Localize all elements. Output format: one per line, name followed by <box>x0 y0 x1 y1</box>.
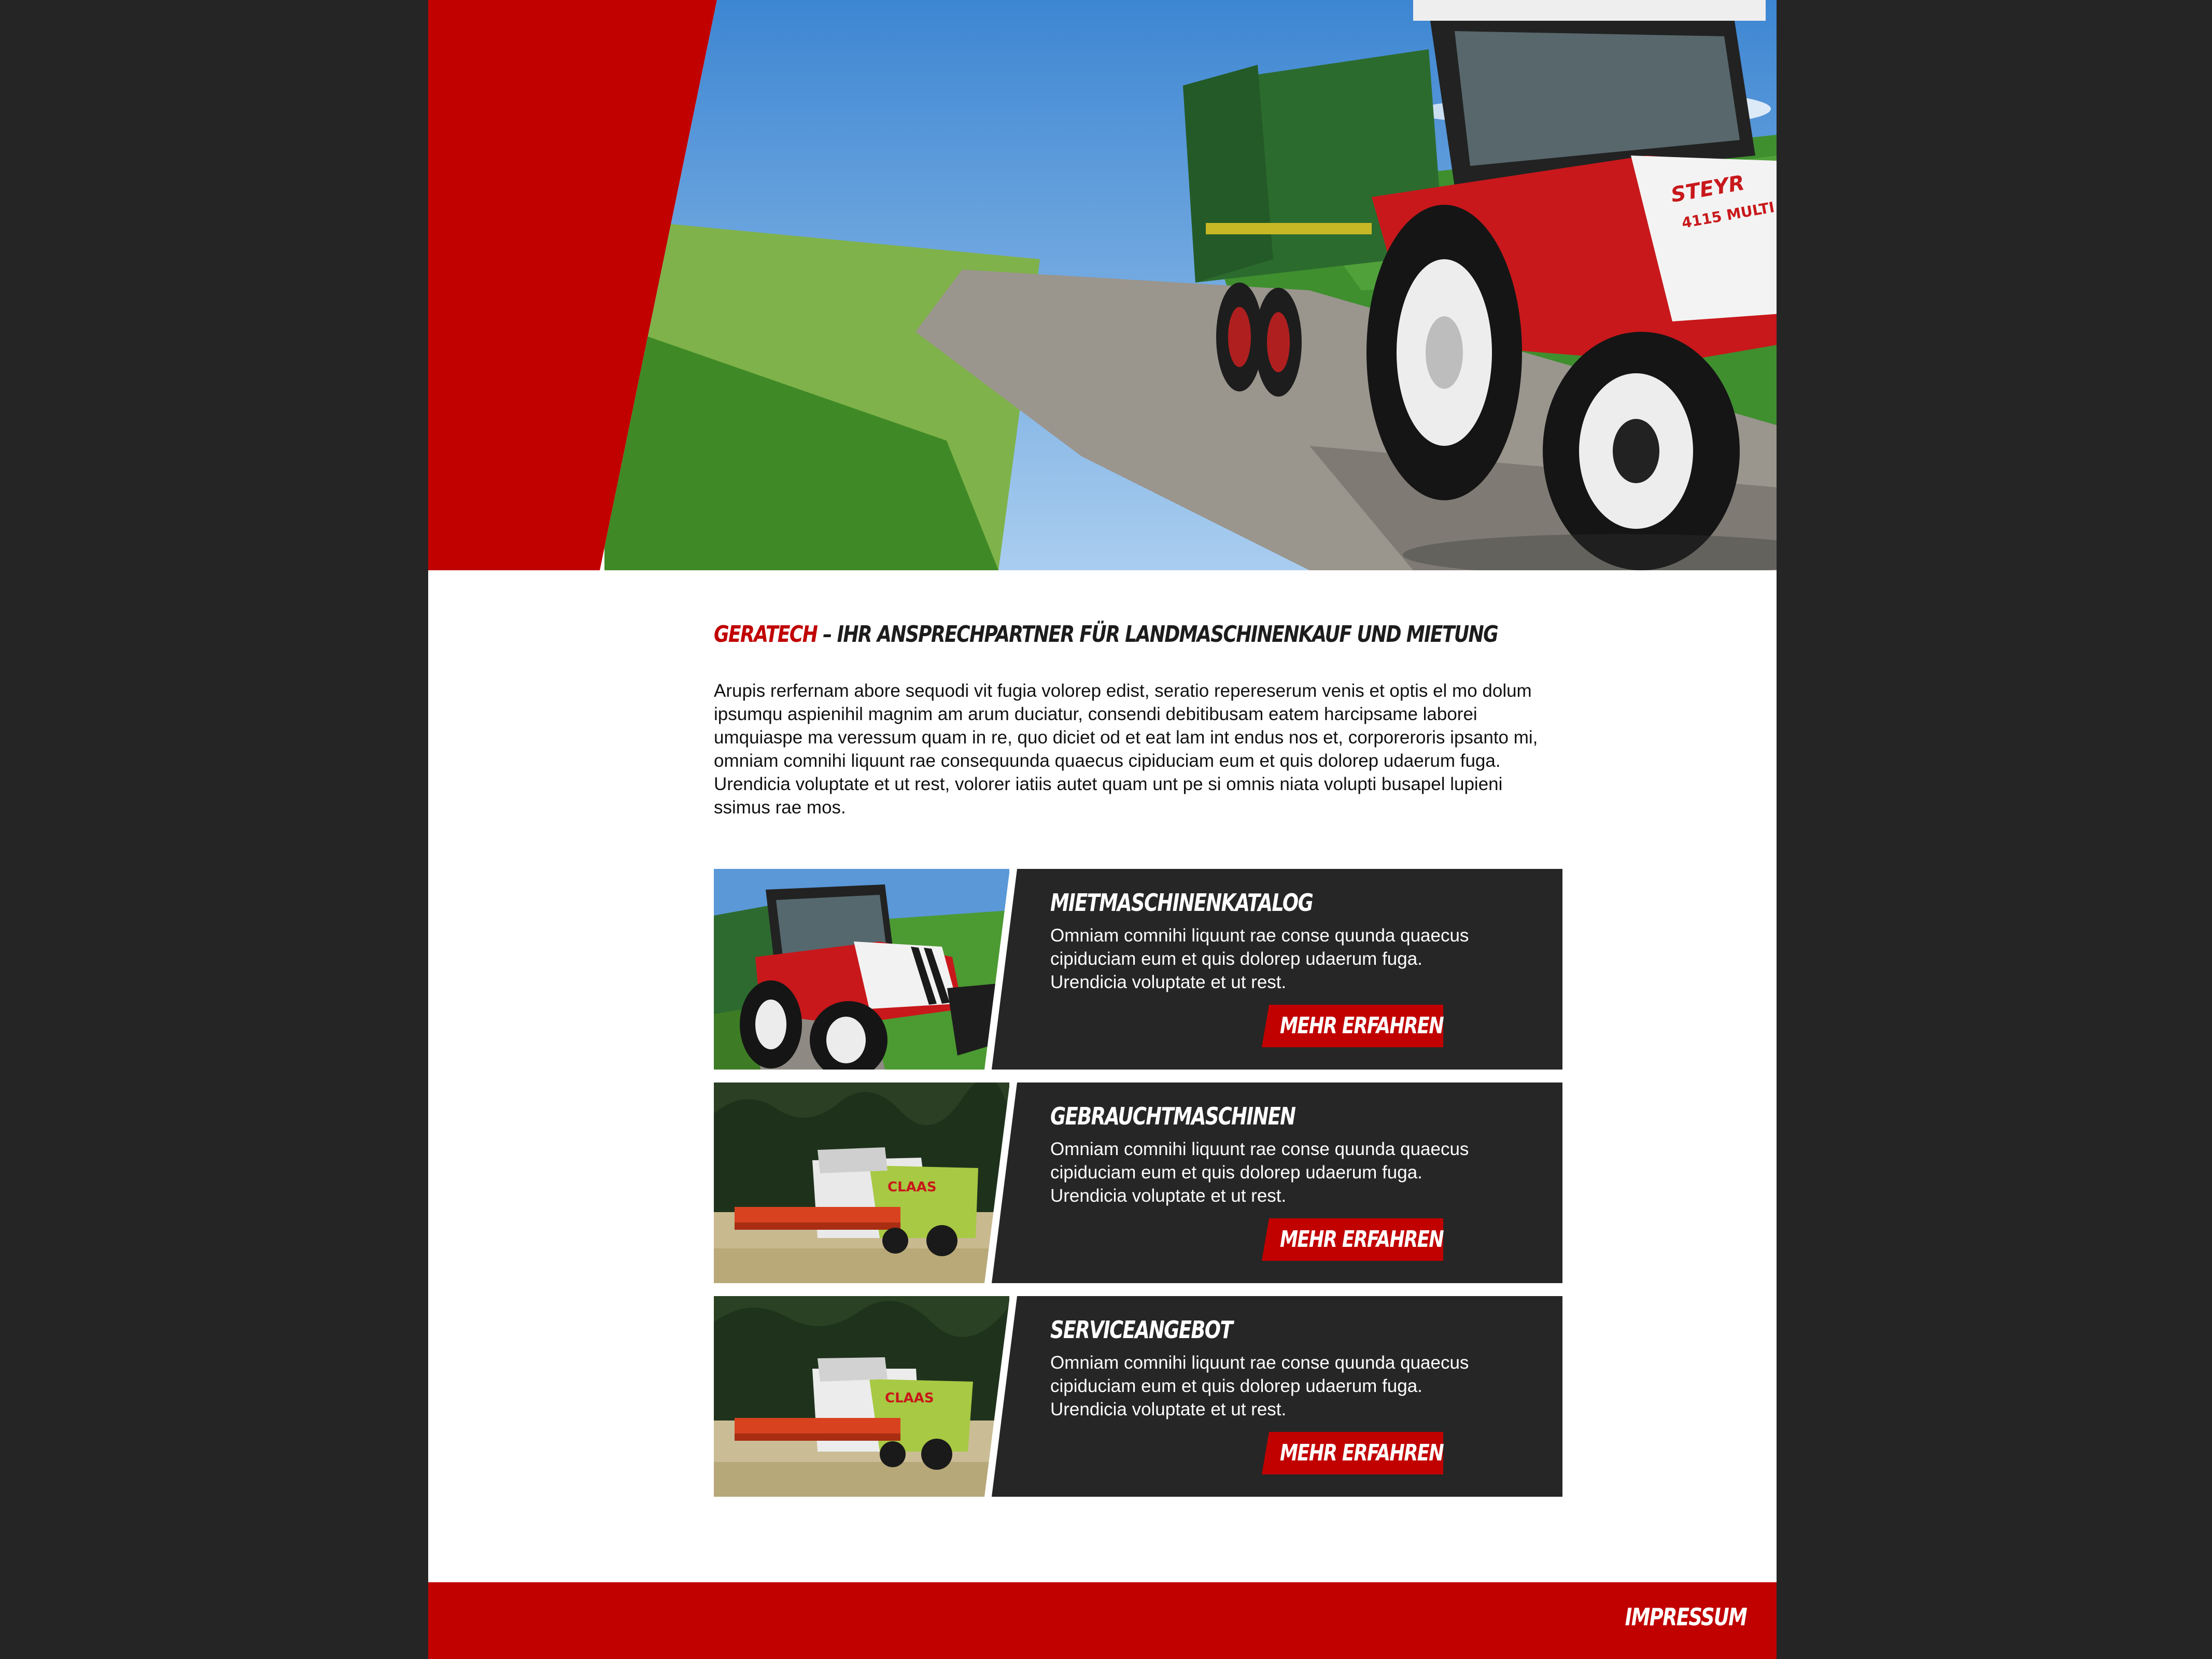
footer-bar: IMPRESSUM <box>428 1582 1777 1659</box>
button-label: MEHR ERFAHREN <box>1280 1226 1444 1253</box>
page-headline: GERATECH – IHR ANSPRECHPARTNER FÜR LANDM… <box>714 621 1499 648</box>
impressum-link[interactable]: IMPRESSUM <box>1625 1603 1747 1631</box>
page: STEYR 4115 MULTI GERATECH – IHR ANSPRECH… <box>428 0 1777 1659</box>
brand-name: GERATECH <box>714 621 818 648</box>
card-gebrauchtmaschinen: CLAAS GEBRAUCHTMASCHINEN Omniam comnihi … <box>714 1082 1562 1283</box>
hero-banner: STEYR 4115 MULTI <box>428 0 1777 570</box>
card-serviceangebot: CLAAS SERVICEANGEBOT Omniam comnihi liqu… <box>714 1296 1562 1497</box>
card-text: Omniam comnihi liquunt rae conse quunda … <box>1050 1353 1469 1419</box>
card-mietmaschinenkatalog: MIETMASCHINENKATALOG Omniam comnihi liqu… <box>714 869 1562 1070</box>
card-text: Omniam comnihi liquunt rae conse quunda … <box>1050 925 1469 992</box>
card-text: Omniam comnihi liquunt rae conse quunda … <box>1050 1139 1469 1206</box>
button-label: MEHR ERFAHREN <box>1280 1440 1444 1466</box>
headline-text: – IHR ANSPRECHPARTNER FÜR LANDMASCHINENK… <box>817 621 1498 648</box>
intro-paragraph: Arupis rerfernam abore sequodi vit fugia… <box>714 681 1538 818</box>
mehr-erfahren-button[interactable]: MEHR ERFAHREN <box>1262 1005 1444 1047</box>
button-label: MEHR ERFAHREN <box>1280 1013 1444 1039</box>
mehr-erfahren-button[interactable]: MEHR ERFAHREN <box>1262 1218 1444 1261</box>
mehr-erfahren-button[interactable]: MEHR ERFAHREN <box>1262 1432 1444 1474</box>
card-title: MIETMASCHINENKATALOG <box>1050 889 1314 917</box>
card-title: SERVICEANGEBOT <box>1050 1316 1233 1344</box>
hero-tractor-image: STEYR 4115 MULTI <box>428 0 1777 570</box>
card-title: GEBRAUCHTMASCHINEN <box>1050 1102 1296 1130</box>
